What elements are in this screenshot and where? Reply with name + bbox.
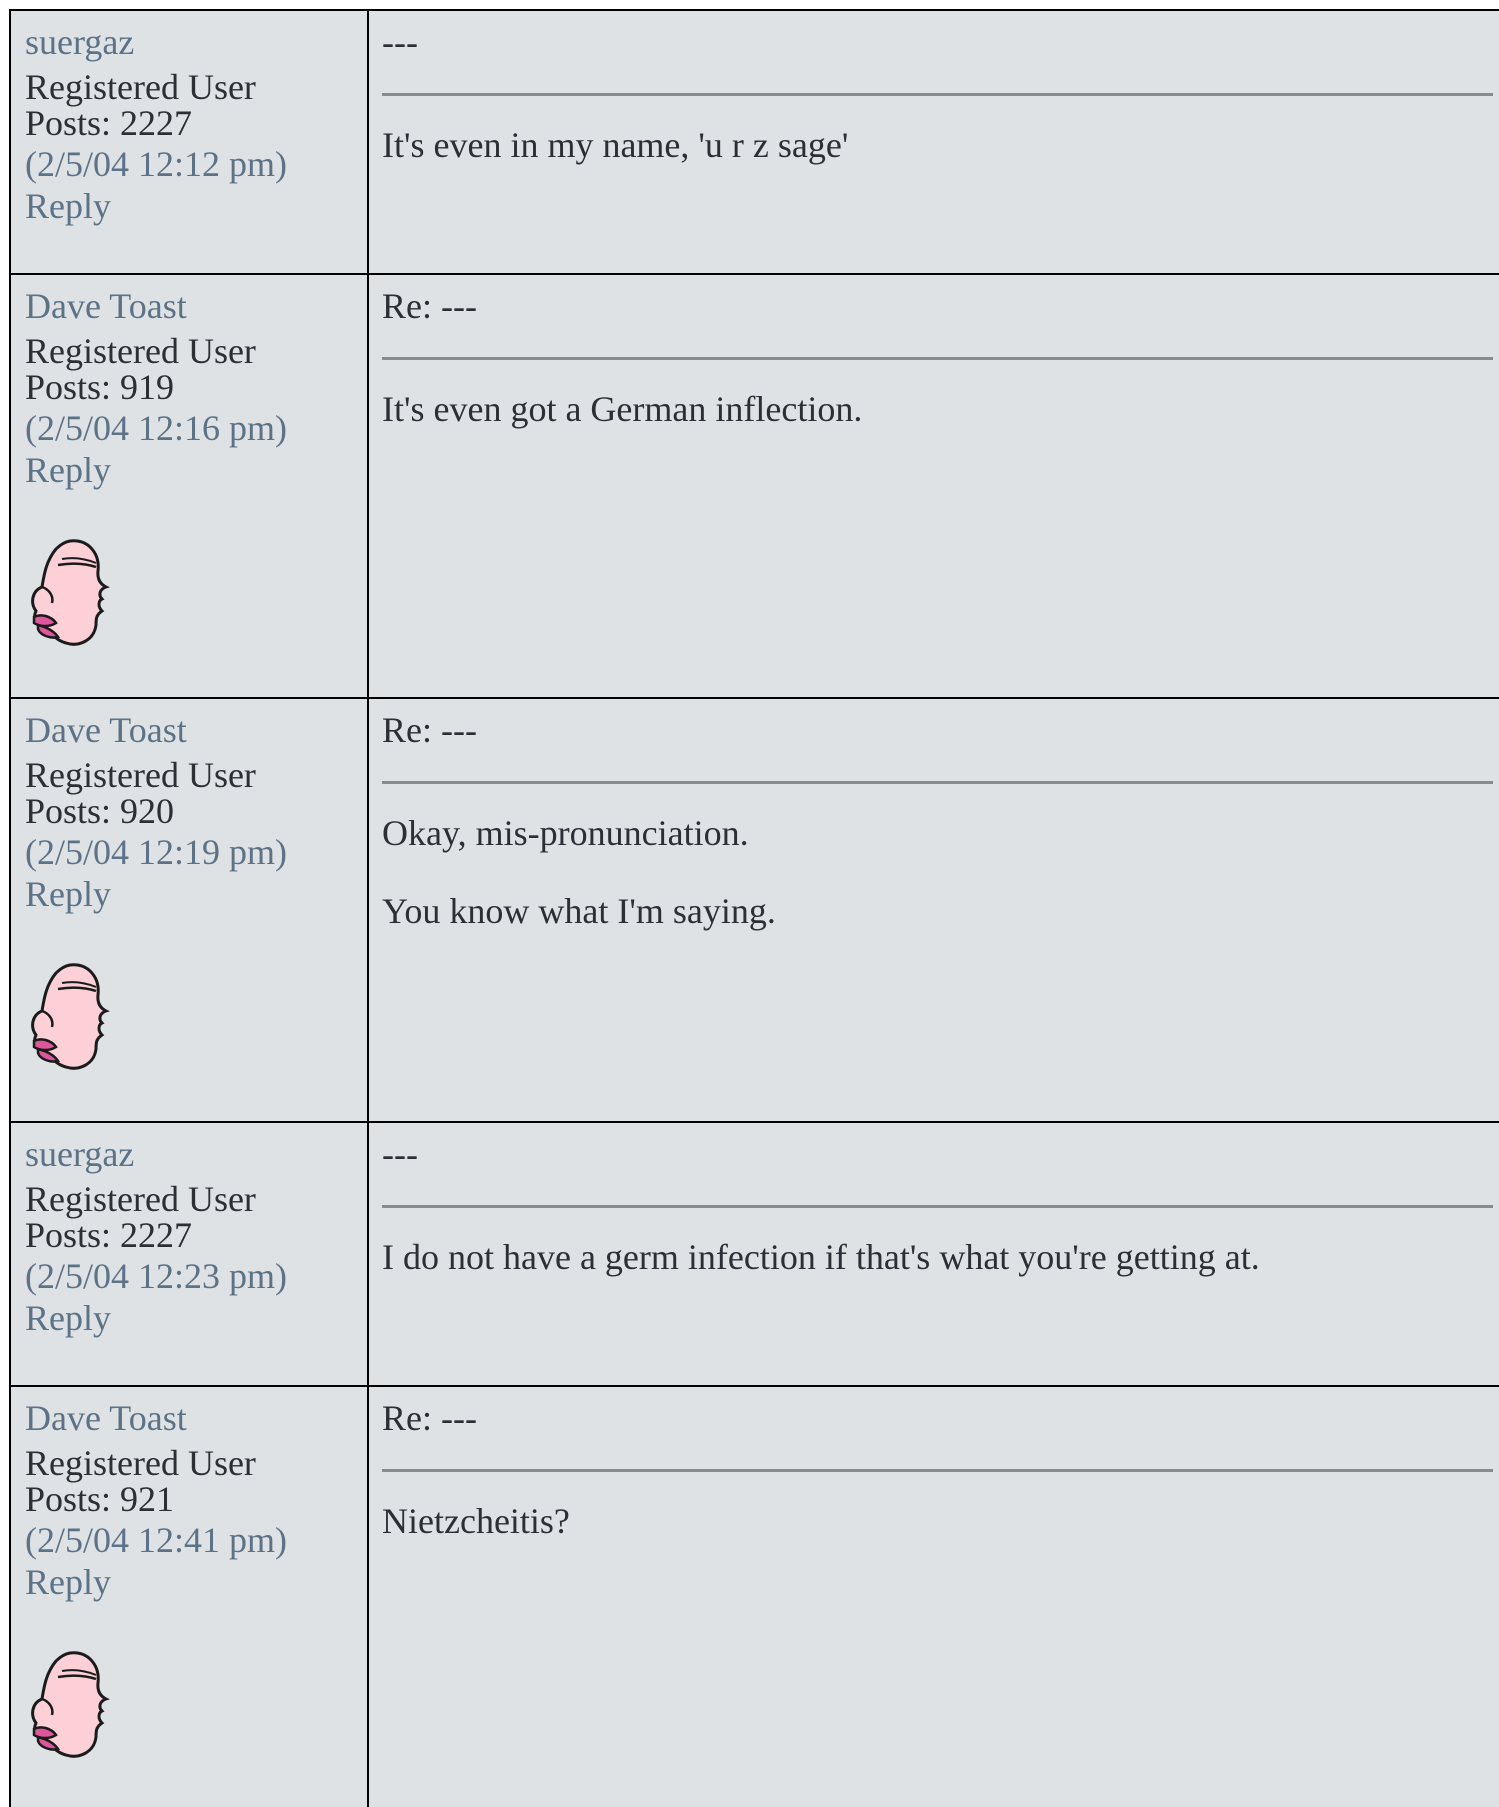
post-divider [382,1204,1493,1208]
cartoon-head-icon [31,963,110,1070]
reply-link[interactable]: Reply [25,1563,353,1603]
user-role: Registered User [25,754,256,795]
forum-post: suergaz Registered User Posts: 2227 (2/5… [11,1123,1499,1387]
user-role: Registered User [25,330,256,371]
post-body-text: Okay, mis-pronunciation. [382,812,749,853]
author-name-link[interactable]: suergaz [25,1134,353,1175]
post-author-panel: suergaz Registered User Posts: 2227 (2/5… [11,1123,369,1385]
author-name-link[interactable]: Dave Toast [25,286,353,327]
post-content: --- It's even in my name, 'u r z sage' [369,11,1499,273]
post-content: Re: --- Nietzcheitis? [369,1387,1499,1807]
reply-link[interactable]: Reply [25,1299,353,1339]
post-timestamp-link[interactable]: (2/5/04 12:16 pm) [25,408,353,449]
post-divider [382,356,1493,360]
post-subject: Re: --- [382,710,477,750]
forum-post: Dave Toast Registered User Posts: 919 (2… [11,275,1499,699]
post-timestamp-link[interactable]: (2/5/04 12:12 pm) [25,144,353,185]
post-subject: Re: --- [382,1398,477,1438]
user-role: Registered User [25,66,256,107]
post-count: Posts: 921 [25,1479,175,1520]
cartoon-head-icon [31,539,110,646]
post-author-panel: Dave Toast Registered User Posts: 921 (2… [11,1387,369,1807]
forum-thread: suergaz Registered User Posts: 2227 (2/5… [9,9,1499,1807]
author-name-link[interactable]: suergaz [25,22,353,63]
post-body-text: It's even got a German inflection. [382,388,863,429]
post-author-panel: suergaz Registered User Posts: 2227 (2/5… [11,11,369,273]
author-name-link[interactable]: Dave Toast [25,1398,353,1439]
post-count: Posts: 2227 [25,1215,193,1256]
post-content: Re: --- Okay, mis-pronunciation. You kno… [369,699,1499,1121]
post-body-text: You know what I'm saying. [382,891,776,932]
author-name-link[interactable]: Dave Toast [25,710,353,751]
post-count: Posts: 2227 [25,103,193,144]
post-author-panel: Dave Toast Registered User Posts: 920 (2… [11,699,369,1121]
reply-link[interactable]: Reply [25,875,353,915]
post-divider [382,92,1493,96]
post-divider [382,780,1493,784]
post-subject: --- [382,22,418,62]
user-role: Registered User [25,1442,256,1483]
post-body-text: It's even in my name, 'u r z sage' [382,124,849,165]
post-subject: Re: --- [382,286,477,326]
reply-link[interactable]: Reply [25,451,353,491]
post-count: Posts: 920 [25,791,175,832]
post-content: Re: --- It's even got a German inflectio… [369,275,1499,697]
post-timestamp-link[interactable]: (2/5/04 12:23 pm) [25,1256,353,1297]
cartoon-head-icon [31,1651,110,1758]
forum-post: Dave Toast Registered User Posts: 921 (2… [11,1387,1499,1807]
post-divider [382,1468,1493,1472]
forum-post: Dave Toast Registered User Posts: 920 (2… [11,699,1499,1123]
post-timestamp-link[interactable]: (2/5/04 12:19 pm) [25,832,353,873]
post-author-panel: Dave Toast Registered User Posts: 919 (2… [11,275,369,697]
post-count: Posts: 919 [25,367,175,408]
reply-link[interactable]: Reply [25,187,353,227]
user-role: Registered User [25,1178,256,1219]
post-body-text: Nietzcheitis? [382,1500,570,1541]
post-timestamp-link[interactable]: (2/5/04 12:41 pm) [25,1520,353,1561]
forum-post: suergaz Registered User Posts: 2227 (2/5… [11,11,1499,275]
post-content: --- I do not have a germ infection if th… [369,1123,1499,1385]
post-body-text: I do not have a germ infection if that's… [382,1236,1260,1277]
post-subject: --- [382,1134,418,1174]
